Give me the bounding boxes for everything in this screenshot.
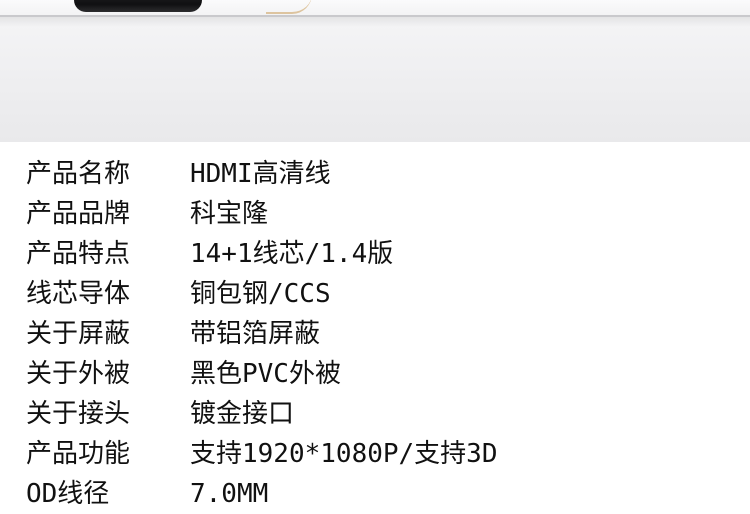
spec-value: 镀金接口 bbox=[190, 399, 295, 429]
spec-label: OD线径 bbox=[26, 479, 110, 509]
spec-row-shielding: 关于屏蔽 带铝箔屏蔽 bbox=[0, 314, 750, 354]
spec-table: 产品名称 HDMI高清线 产品品牌 科宝隆 产品特点 14+1线芯/1.4版 线… bbox=[0, 142, 750, 509]
spec-value: 铜包钢/CCS bbox=[190, 279, 331, 309]
spec-row-connector: 关于接头 镀金接口 bbox=[0, 394, 750, 434]
spec-value: 科宝隆 bbox=[190, 199, 269, 229]
spec-label: 关于屏蔽 bbox=[26, 319, 131, 349]
spec-label: 产品特点 bbox=[26, 239, 131, 269]
spec-value: 黑色PVC外被 bbox=[190, 359, 341, 389]
spec-value: 7.0MM bbox=[190, 479, 269, 509]
spec-value: 支持1920*1080P/支持3D bbox=[190, 439, 498, 469]
spec-row-brand: 产品品牌 科宝隆 bbox=[0, 194, 750, 234]
photo-shelf-shadow bbox=[0, 17, 750, 27]
spec-value: 14+1线芯/1.4版 bbox=[190, 239, 394, 269]
spec-label: 关于外被 bbox=[26, 359, 131, 389]
spec-label: 关于接头 bbox=[26, 399, 131, 429]
spec-row-od-diameter: OD线径 7.0MM bbox=[0, 474, 750, 514]
product-photo bbox=[0, 0, 750, 142]
spec-label: 产品名称 bbox=[26, 159, 131, 189]
spec-value: 带铝箔屏蔽 bbox=[190, 319, 321, 349]
hdmi-connector-image bbox=[74, 0, 202, 12]
spec-value: HDMI高清线 bbox=[190, 159, 331, 189]
spec-label: 产品品牌 bbox=[26, 199, 131, 229]
spec-row-function: 产品功能 支持1920*1080P/支持3D bbox=[0, 434, 750, 474]
spec-row-jacket: 关于外被 黑色PVC外被 bbox=[0, 354, 750, 394]
spec-row-conductor: 线芯导体 铜包钢/CCS bbox=[0, 274, 750, 314]
spec-row-features: 产品特点 14+1线芯/1.4版 bbox=[0, 234, 750, 274]
spec-label: 线芯导体 bbox=[26, 279, 131, 309]
spec-label: 产品功能 bbox=[26, 439, 131, 469]
spec-row-product-name: 产品名称 HDMI高清线 bbox=[0, 154, 750, 194]
